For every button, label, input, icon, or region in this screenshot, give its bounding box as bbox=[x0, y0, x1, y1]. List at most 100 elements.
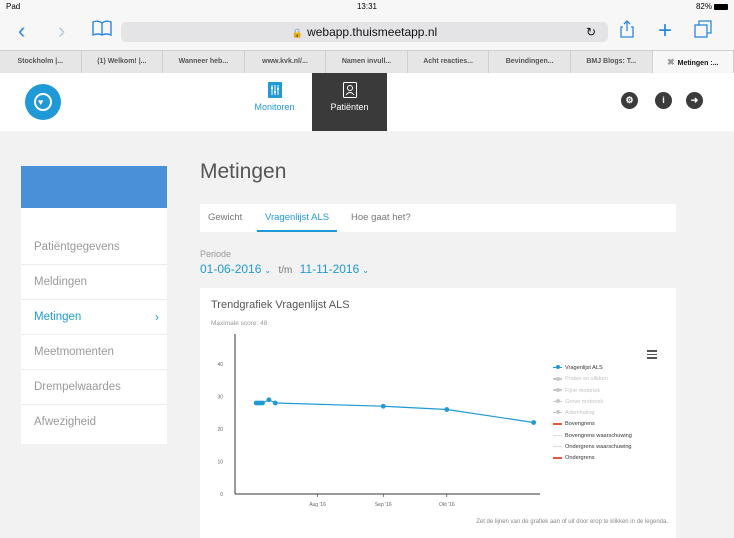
browser-tab-active[interactable]: ✖ Metingen :... bbox=[652, 51, 734, 73]
browser-tab-strip: Stockholm |... (1) Welkom! |... Wanneer … bbox=[0, 50, 734, 74]
y-tick-label: 0 bbox=[220, 492, 223, 498]
new-tab-icon[interactable]: + bbox=[658, 19, 672, 43]
legend-swatch bbox=[553, 387, 562, 392]
legend-marker bbox=[556, 376, 560, 381]
sidebar-item-afwezigheid[interactable]: Afwezigheid bbox=[21, 405, 167, 439]
patient-icon bbox=[342, 82, 357, 98]
url-text: webapp.thuismeetapp.nl bbox=[307, 25, 438, 39]
reload-icon[interactable]: ↻ bbox=[586, 22, 596, 42]
browser-tab[interactable]: Bevindingen... bbox=[489, 51, 571, 73]
heart-icon: ♥ bbox=[38, 97, 44, 107]
period-to-select[interactable]: 11-11-2016 ⌄ bbox=[300, 262, 369, 276]
data-point bbox=[531, 420, 537, 425]
legend-item[interactable]: Grove motoriek bbox=[553, 397, 632, 408]
forward-icon[interactable]: › bbox=[58, 18, 65, 44]
legend-swatch bbox=[553, 376, 562, 381]
share-icon[interactable] bbox=[620, 20, 634, 45]
browser-tab[interactable]: Wanneer heb... bbox=[163, 51, 245, 73]
sidebar-item-patientgegevens[interactable]: Patiëntgegevens bbox=[21, 230, 167, 265]
app-header: ♥ Monitoren Patiënten ⚙ i ➜ bbox=[0, 73, 734, 131]
legend-label: Ademhaling bbox=[565, 410, 595, 417]
legend-item[interactable]: Ondergrens waarschuwing bbox=[553, 442, 632, 453]
data-point bbox=[380, 403, 386, 409]
sidebar-item-meetmomenten[interactable]: Meetmomenten bbox=[21, 335, 167, 370]
period-from-select[interactable]: 01-06-2016 ⌄ bbox=[200, 262, 271, 276]
close-tab-icon[interactable]: ✖ bbox=[667, 57, 675, 67]
nav-patienten-label: Patiënten bbox=[330, 102, 369, 112]
legend-swatch bbox=[553, 457, 562, 459]
app-logo[interactable]: ♥ bbox=[25, 84, 61, 120]
chart-card: Trendgrafiek Vragenlijst ALS Maximale sc… bbox=[200, 288, 676, 538]
sidebar-item-meldingen[interactable]: Meldingen bbox=[21, 265, 167, 300]
legend-label: Ondergrens bbox=[565, 455, 595, 462]
legend-item[interactable]: Praten en slikken bbox=[553, 374, 632, 385]
browser-tab[interactable]: (1) Welkom! |... bbox=[82, 51, 164, 73]
address-bar[interactable]: 🔒 webapp.thuismeetapp.nl ↻ bbox=[121, 22, 608, 42]
legend-item[interactable]: Bovengrens bbox=[553, 419, 632, 430]
sidebar-item-label: Metingen bbox=[34, 311, 82, 323]
legend-label: Bovengrens bbox=[565, 421, 595, 428]
legend-label: Ondergrens waarschuwing bbox=[565, 444, 632, 451]
legend-item[interactable]: Bovengrens waarschuwing bbox=[553, 431, 632, 442]
period-selector: 01-06-2016 ⌄ t/m 11-11-2016 ⌄ bbox=[200, 262, 369, 276]
lock-icon: 🔒 bbox=[291, 28, 304, 38]
gear-icon[interactable]: ⚙ bbox=[621, 92, 638, 109]
legend-item[interactable]: Ademhaling bbox=[553, 408, 632, 419]
legend-item[interactable]: Vragenlijst ALS bbox=[553, 363, 632, 374]
legend-swatch bbox=[553, 410, 562, 415]
series-line-vragenlijst-als bbox=[256, 399, 534, 424]
logout-icon[interactable]: ➜ bbox=[686, 92, 703, 109]
battery-icon bbox=[714, 3, 728, 10]
info-icon[interactable]: i bbox=[655, 92, 672, 109]
tabs-overview-icon[interactable] bbox=[694, 20, 712, 43]
x-tick-label: Sep '16 bbox=[375, 502, 392, 508]
browser-tab[interactable]: Namen invull... bbox=[326, 51, 408, 73]
data-point bbox=[260, 400, 265, 406]
browser-toolbar: ‹ › 🔒 webapp.thuismeetapp.nl ↻ + bbox=[0, 14, 734, 50]
y-tick-label: 40 bbox=[217, 362, 223, 368]
battery-percent: 82% bbox=[695, 2, 712, 11]
battery-status: 82% bbox=[696, 2, 728, 11]
chevron-right-icon: › bbox=[155, 310, 159, 324]
sliders-icon bbox=[267, 82, 282, 98]
nav-patienten[interactable]: Patiënten bbox=[312, 73, 387, 131]
legend-swatch bbox=[553, 434, 562, 437]
legend-swatch bbox=[553, 445, 562, 448]
sidebar-item-metingen[interactable]: Metingen › bbox=[21, 300, 167, 335]
legend-label: Fijne motoriek bbox=[565, 387, 601, 394]
legend-label: Praten en slikken bbox=[565, 376, 608, 383]
chart-legend: Vragenlijst ALS Praten en slikken Fijne mo… bbox=[553, 363, 632, 465]
legend-item[interactable]: Ondergrens bbox=[553, 453, 632, 464]
legend-swatch bbox=[553, 365, 562, 370]
tab-vragenlijst-als[interactable]: Vragenlijst ALS bbox=[257, 204, 338, 232]
period-from-value: 01-06-2016 bbox=[200, 262, 262, 276]
tab-hoe-gaat-het[interactable]: Hoe gaat het? bbox=[351, 204, 411, 232]
period-to-value: 11-11-2016 bbox=[299, 262, 360, 276]
browser-tab[interactable]: Acht reacties... bbox=[408, 51, 490, 73]
nav-monitoren-label: Monitoren bbox=[254, 102, 295, 112]
legend-item[interactable]: Fijne motoriek bbox=[553, 386, 632, 397]
back-icon[interactable]: ‹ bbox=[18, 18, 25, 44]
legend-label: Vragenlijst ALS bbox=[565, 365, 603, 371]
x-tick-label: Aug '16 bbox=[309, 502, 326, 508]
bookmarks-icon[interactable] bbox=[92, 18, 112, 44]
browser-tab[interactable]: Stockholm |... bbox=[0, 51, 82, 73]
y-tick-label: 10 bbox=[217, 460, 223, 466]
chevron-down-icon: ⌄ bbox=[362, 266, 369, 275]
nav-monitoren[interactable]: Monitoren bbox=[237, 73, 312, 131]
sidebar-item-drempelwaardes[interactable]: Drempelwaardes bbox=[21, 370, 167, 405]
legend-marker bbox=[556, 387, 560, 392]
y-tick-label: 30 bbox=[217, 395, 223, 401]
period-separator: t/m bbox=[278, 265, 293, 276]
status-bar: Pad 13:31 82% bbox=[0, 0, 734, 14]
browser-tab[interactable]: BMJ Blogs: T... bbox=[571, 51, 653, 73]
tab-gewicht[interactable]: Gewicht bbox=[208, 204, 242, 232]
clock: 13:31 bbox=[356, 2, 378, 11]
chart-footnote: Zet de lijnen van de grafiek aan of uit … bbox=[476, 519, 668, 525]
legend-marker bbox=[556, 399, 560, 404]
legend-label: Bovengrens waarschuwing bbox=[565, 432, 632, 439]
page-title: Metingen bbox=[200, 160, 287, 183]
legend-swatch bbox=[553, 399, 562, 404]
browser-tab[interactable]: www.kvk.nl/... bbox=[245, 51, 327, 73]
